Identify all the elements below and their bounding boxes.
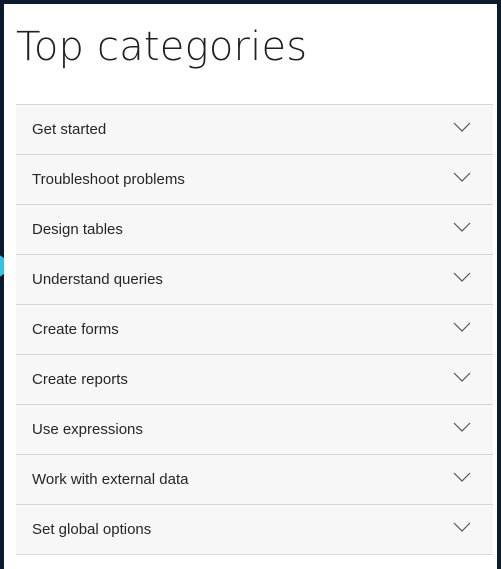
chevron-down-icon bbox=[453, 322, 471, 332]
category-design-tables[interactable]: Design tables bbox=[16, 205, 493, 255]
chevron-down-icon bbox=[453, 472, 471, 482]
category-get-started[interactable]: Get started bbox=[16, 105, 493, 155]
category-set-global-options[interactable]: Set global options bbox=[16, 505, 493, 555]
chevron-down-icon bbox=[453, 372, 471, 382]
category-list: Get started Troubleshoot problems Design… bbox=[16, 104, 493, 555]
chevron-down-icon bbox=[453, 422, 471, 432]
category-label: Get started bbox=[32, 121, 107, 138]
category-create-reports[interactable]: Create reports bbox=[16, 355, 493, 405]
chevron-down-icon bbox=[453, 522, 471, 532]
category-label: Troubleshoot problems bbox=[32, 171, 185, 188]
category-label: Understand queries bbox=[32, 271, 163, 288]
category-create-forms[interactable]: Create forms bbox=[16, 305, 493, 355]
category-use-expressions[interactable]: Use expressions bbox=[16, 405, 493, 455]
category-label: Work with external data bbox=[32, 471, 189, 488]
screen-frame: Top categories Get started Troubleshoot … bbox=[0, 0, 501, 569]
category-understand-queries[interactable]: Understand queries bbox=[16, 255, 493, 305]
category-troubleshoot-problems[interactable]: Troubleshoot problems bbox=[16, 155, 493, 205]
category-label: Create forms bbox=[32, 321, 119, 338]
page-title: Top categories bbox=[16, 24, 308, 70]
category-label: Use expressions bbox=[32, 421, 143, 438]
category-work-with-external-data[interactable]: Work with external data bbox=[16, 455, 493, 505]
chevron-down-icon bbox=[453, 272, 471, 282]
category-label: Set global options bbox=[32, 521, 152, 538]
help-panel: Top categories Get started Troubleshoot … bbox=[4, 4, 497, 569]
category-label: Create reports bbox=[32, 371, 128, 388]
chevron-down-icon bbox=[453, 172, 471, 182]
category-label: Design tables bbox=[32, 221, 123, 238]
chevron-down-icon bbox=[453, 222, 471, 232]
chevron-down-icon bbox=[453, 122, 471, 132]
